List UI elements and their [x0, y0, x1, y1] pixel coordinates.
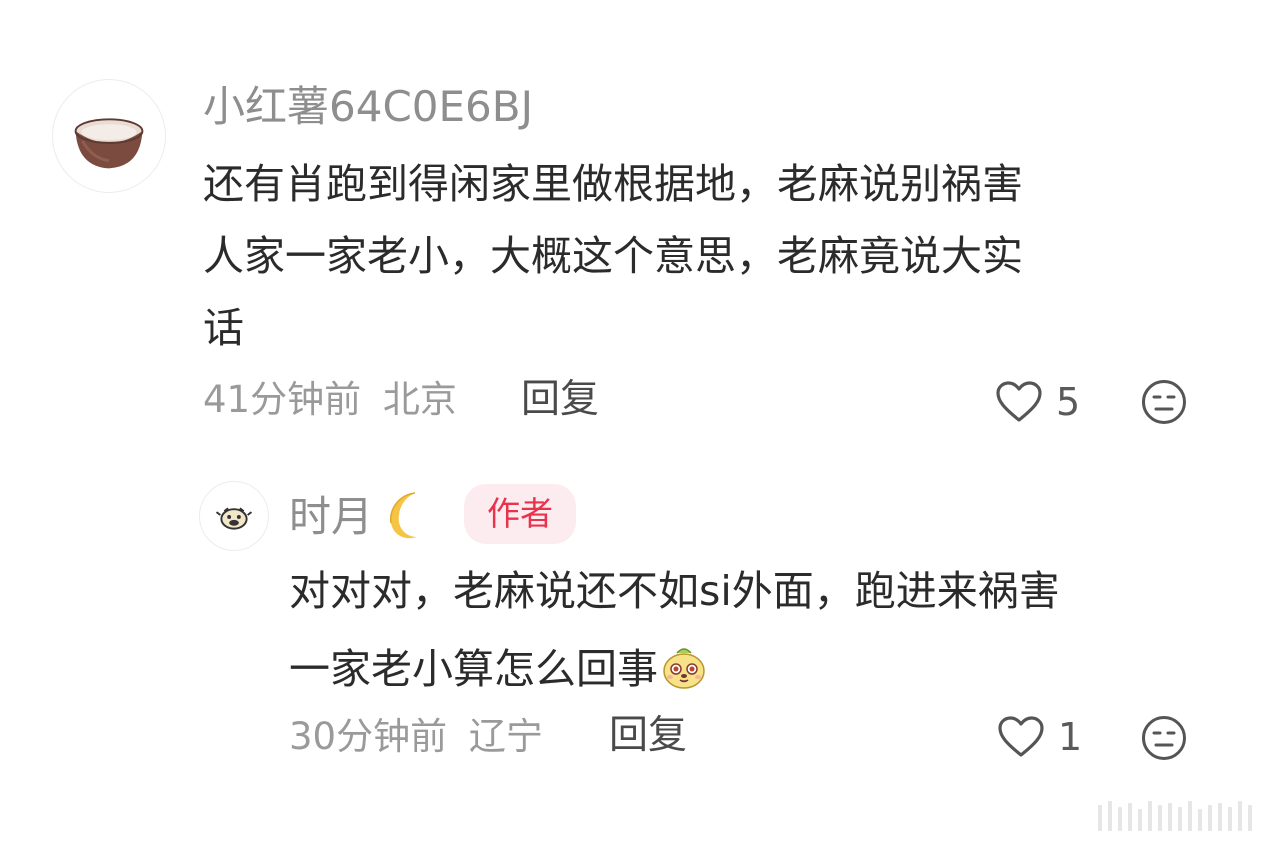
- reply-username[interactable]: 时月: [289, 496, 373, 538]
- heart-icon: [998, 716, 1044, 757]
- comment-text-line: 话: [203, 304, 244, 352]
- reply-button[interactable]: 回复: [521, 380, 599, 419]
- comment-text-line: 还有肖跑到得闲家里做根据地，老麻说别祸害: [203, 160, 1023, 208]
- watermark: [1098, 801, 1252, 831]
- user-avatar[interactable]: [52, 79, 166, 193]
- reply-reply-button[interactable]: 回复: [609, 716, 687, 755]
- reply-like-count: 1: [1058, 715, 1083, 759]
- comment-meta: 41分钟前 北京: [203, 381, 457, 418]
- reply-user-avatar[interactable]: [199, 481, 269, 551]
- reply-like-button[interactable]: 1: [996, 712, 1086, 762]
- neutral-face-icon: [1142, 380, 1186, 424]
- like-button[interactable]: 5: [994, 377, 1084, 427]
- cartoon-face-icon: [215, 507, 253, 530]
- reply-dislike-button[interactable]: [1140, 714, 1188, 762]
- comment-username[interactable]: 小红薯64C0E6BJ: [203, 86, 533, 128]
- reply-username-row: 时月: [289, 491, 431, 543]
- neutral-face-icon: [1142, 716, 1186, 760]
- heart-icon: [996, 381, 1042, 422]
- crescent-moon-emoji: [375, 487, 431, 543]
- like-count: 5: [1056, 380, 1081, 424]
- comment-time: 41分钟前: [203, 378, 362, 421]
- comment-text: 还有肖跑到得闲家里做根据地，老麻说别祸害 人家一家老小，大概这个意思，老麻竟说大…: [203, 164, 1023, 380]
- comment-text-line: 人家一家老小，大概这个意思，老麻竟说大实: [203, 232, 1023, 280]
- bowl-icon: [74, 118, 144, 169]
- dislike-button[interactable]: [1140, 378, 1188, 426]
- comment-location: 北京: [382, 378, 457, 421]
